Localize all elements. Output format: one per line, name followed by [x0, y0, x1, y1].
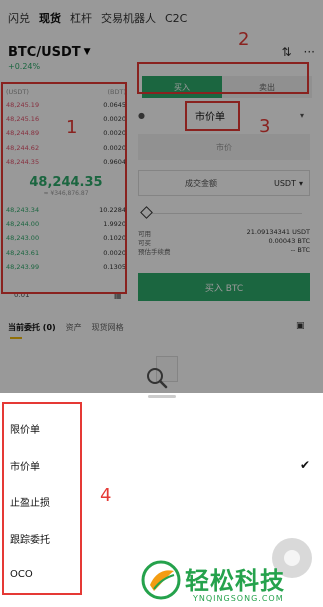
modal-backdrop[interactable] — [0, 0, 323, 393]
annotation-box-4 — [2, 402, 82, 595]
app: 闪兑 现货 杠杆 交易机器人 C2C BTC/USDT ▼ ⇅ ··· +0.2… — [0, 0, 323, 607]
watermark-url: YNQINGSONG.COM — [193, 594, 284, 603]
annotation-number-4: 4 — [100, 485, 112, 506]
search-icon — [147, 368, 168, 389]
sheet-handle[interactable] — [148, 395, 176, 398]
assistant-icon — [284, 550, 300, 566]
watermark-logo-icon — [141, 560, 181, 600]
check-icon: ✔ — [299, 458, 310, 472]
watermark-text: 轻松科技 — [185, 567, 285, 595]
